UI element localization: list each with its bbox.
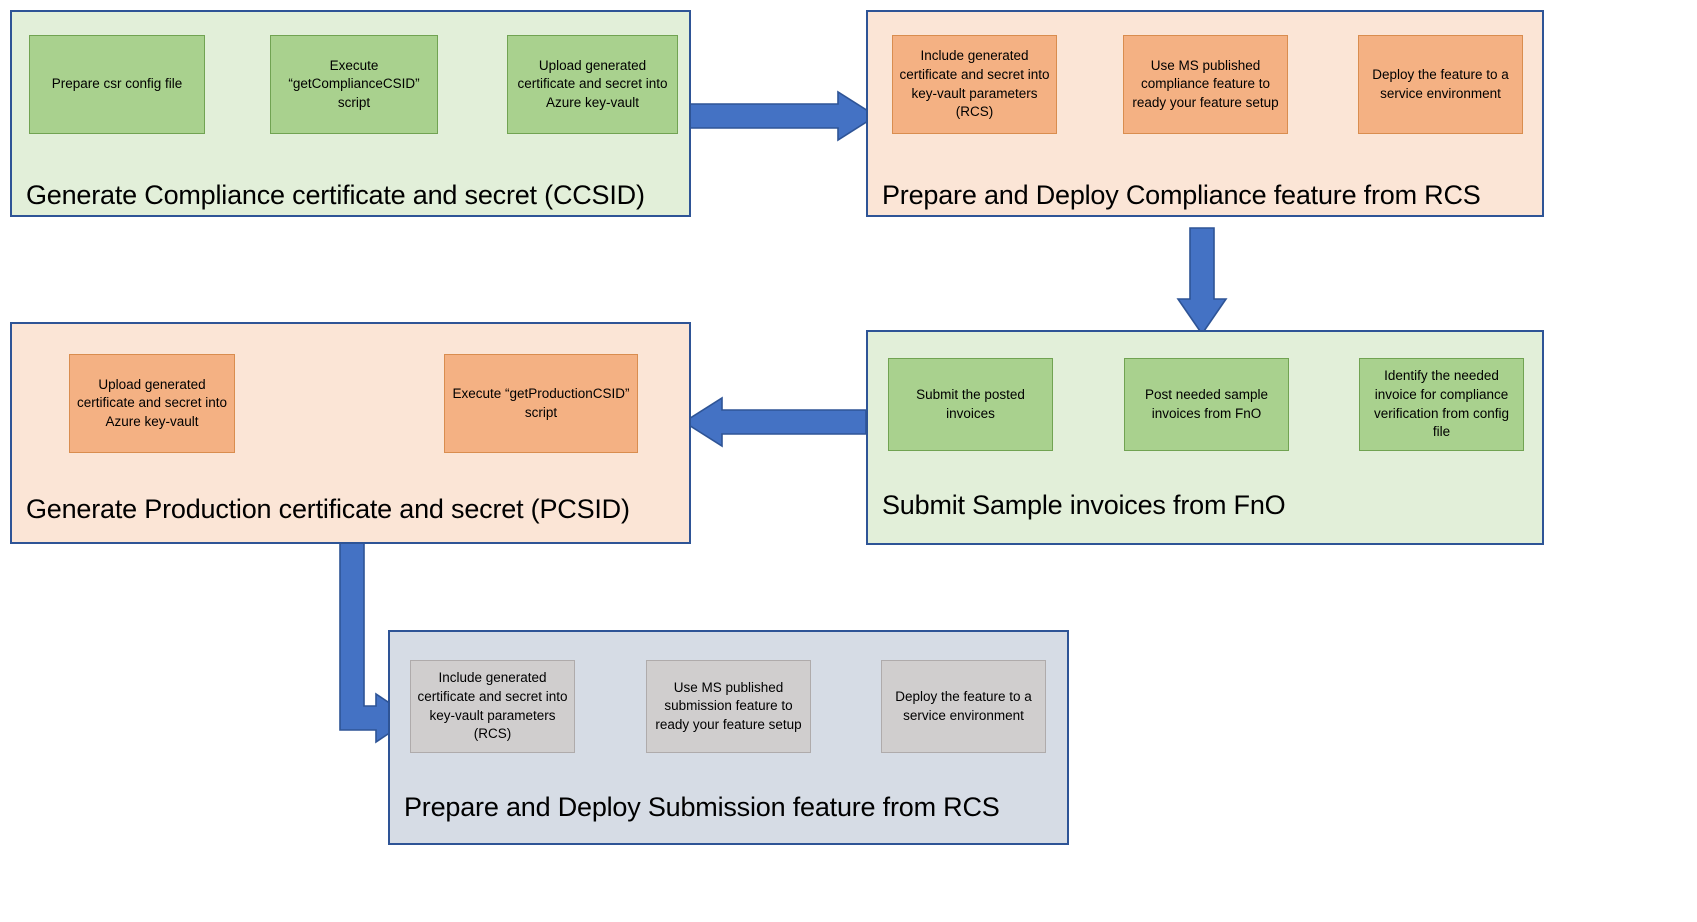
node-post-needed-sample-invoices-fno[interactable]: Post needed sample invoices from FnO — [1124, 358, 1289, 451]
panel-title-ccsid: Generate Compliance certificate and secr… — [26, 180, 645, 210]
node-label: Upload generated certificate and secret … — [76, 376, 228, 429]
node-label: Deploy the feature to a service environm… — [1372, 66, 1509, 101]
connector-ccsid-to-compliance — [689, 90, 878, 142]
node-label: Include generated certificate and secret… — [899, 48, 1050, 120]
node-label: Submit the posted invoices — [916, 386, 1025, 421]
connector-submit-to-pcsid — [682, 396, 867, 448]
node-deploy-compliance-feature-to-service-environment[interactable]: Deploy the feature to a service environm… — [1358, 35, 1523, 134]
panel-title-compliance-rcs: Prepare and Deploy Compliance feature fr… — [882, 180, 1481, 210]
panel-title-pcsid: Generate Production certificate and secr… — [26, 494, 630, 524]
node-include-cert-secret-keyvault-params-rcs-submission[interactable]: Include generated certificate and secret… — [410, 660, 575, 753]
panel-title-submission-rcs: Prepare and Deploy Submission feature fr… — [404, 792, 1000, 822]
node-prepare-csr-config-file[interactable]: Prepare csr config file — [29, 35, 205, 134]
node-label: Post needed sample invoices from FnO — [1144, 386, 1269, 421]
node-use-ms-published-compliance-feature[interactable]: Use MS published compliance feature to r… — [1123, 35, 1288, 134]
node-label: Execute “getComplianceCSID” script — [288, 57, 420, 110]
node-label: Include generated certificate and secret… — [417, 670, 568, 742]
panel-prepare-deploy-submission-feature[interactable]: Include generated certificate and secret… — [388, 630, 1069, 845]
node-use-ms-published-submission-feature[interactable]: Use MS published submission feature to r… — [646, 660, 811, 753]
node-label: Use MS published submission feature to r… — [655, 679, 802, 732]
node-label: Execute “getProductionCSID” script — [452, 385, 630, 420]
panel-prepare-deploy-compliance-feature[interactable]: Include generated certificate and secret… — [866, 10, 1544, 217]
panel-submit-sample-invoices[interactable]: Submit the posted invoices Post needed s… — [866, 330, 1544, 545]
node-label: Prepare csr config file — [51, 76, 183, 92]
node-identify-needed-invoice-compliance-verification[interactable]: Identify the needed invoice for complian… — [1359, 358, 1524, 451]
node-submit-the-posted-invoices[interactable]: Submit the posted invoices — [888, 358, 1053, 451]
connector-compliance-to-submit — [1176, 227, 1228, 336]
panel-generate-compliance-certificate[interactable]: Prepare csr config file Execute “getComp… — [10, 10, 691, 217]
node-label: Use MS published compliance feature to r… — [1132, 57, 1279, 110]
panel-generate-production-certificate[interactable]: Upload generated certificate and secret … — [10, 322, 691, 544]
node-upload-cert-secret-azure-keyvault[interactable]: Upload generated certificate and secret … — [507, 35, 678, 134]
node-include-cert-secret-keyvault-params-rcs[interactable]: Include generated certificate and secret… — [892, 35, 1057, 134]
node-label: Deploy the feature to a service environm… — [895, 688, 1032, 723]
node-label: Upload generated certificate and secret … — [517, 57, 668, 110]
node-label: Identify the needed invoice for complian… — [1373, 368, 1510, 440]
panel-title-submit-invoices: Submit Sample invoices from FnO — [882, 490, 1286, 520]
node-upload-production-cert-secret-azure-keyvault[interactable]: Upload generated certificate and secret … — [69, 354, 235, 453]
node-execute-getproductioncsid-script[interactable]: Execute “getProductionCSID” script — [444, 354, 638, 453]
node-deploy-submission-feature-to-service-environment[interactable]: Deploy the feature to a service environm… — [881, 660, 1046, 753]
diagram-canvas: Prepare csr config file Execute “getComp… — [0, 0, 1697, 922]
node-execute-getcompliancecsid-script[interactable]: Execute “getComplianceCSID” script — [270, 35, 438, 134]
